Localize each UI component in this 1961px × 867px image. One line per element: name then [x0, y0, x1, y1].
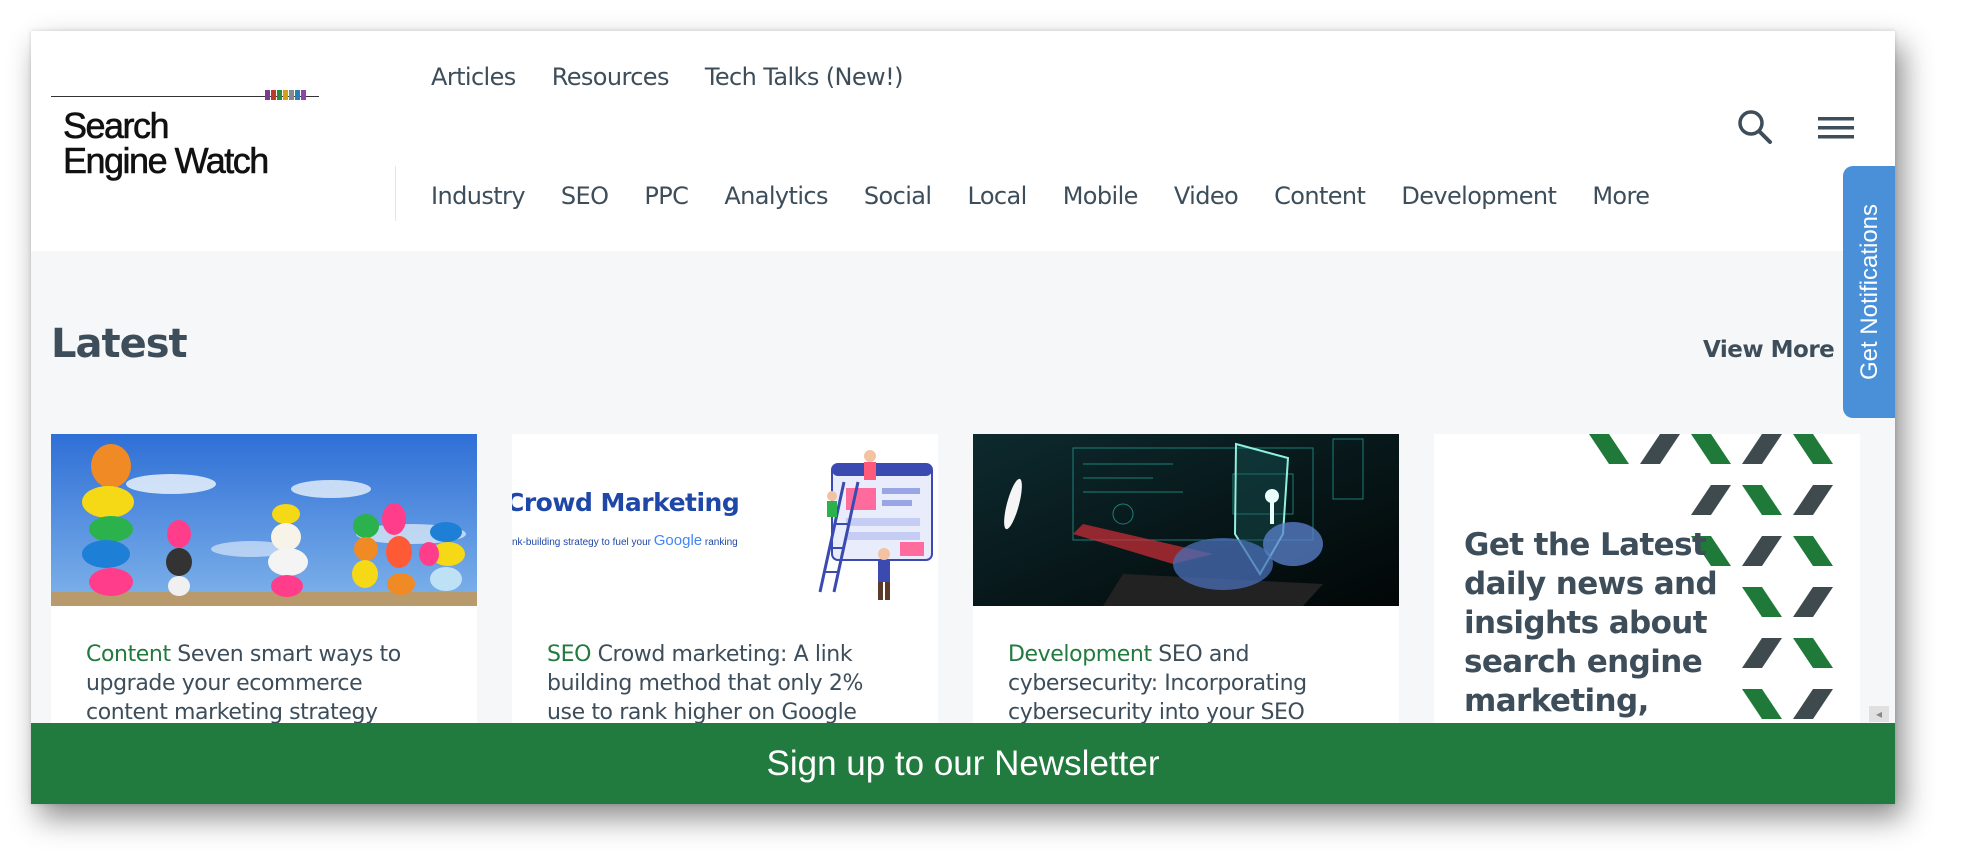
- newsletter-signup-bar[interactable]: Sign up to our Newsletter: [31, 723, 1895, 804]
- logo-color-bar: [289, 90, 294, 100]
- chevron-shape: [1742, 434, 1782, 464]
- article-headline-block: Development SEO and cybersecurity: Incor…: [973, 606, 1399, 727]
- chevron-shape: [1793, 587, 1833, 617]
- cybersecurity-illustration: [973, 434, 1399, 606]
- section-title-latest: Latest: [51, 321, 188, 367]
- subtitle-text: nk-building strategy to fuel your: [512, 537, 651, 548]
- chevron-shape: [1589, 434, 1629, 464]
- logo-color-bar: [277, 90, 282, 100]
- chevron-shape: [1793, 638, 1833, 668]
- nav-development[interactable]: Development: [1401, 176, 1557, 216]
- crowd-illustration: [818, 450, 933, 600]
- top-nav: Articles Resources Tech Talks (New!): [431, 57, 903, 97]
- newsletter-signup-label: Sign up to our Newsletter: [766, 744, 1160, 783]
- logo-color-bar: [295, 90, 300, 100]
- nav-analytics[interactable]: Analytics: [724, 176, 828, 216]
- chevron-shape: [1793, 434, 1833, 464]
- chevron-shape: [1793, 689, 1833, 719]
- logo-line2: Engine Watch: [63, 140, 270, 181]
- nav-resources[interactable]: Resources: [552, 57, 670, 97]
- logo-color-bar: [301, 90, 306, 100]
- search-button[interactable]: [1735, 107, 1775, 147]
- subtitle-text-end: ranking: [704, 537, 738, 548]
- article-headline[interactable]: Crowd marketing: A link building method …: [547, 642, 863, 725]
- crowd-marketing-image-subtitle: nk-building strategy to fuel your Google…: [512, 532, 738, 549]
- article-image-crowd-marketing: Crowd Marketing nk-building strategy to …: [512, 434, 938, 606]
- chevron-shape: [1691, 485, 1731, 515]
- article-headline-block: SEO Crowd marketing: A link building met…: [512, 606, 938, 727]
- site-header: Search Engine Watch Articles Resources T…: [31, 31, 1895, 251]
- nav-more[interactable]: More: [1592, 176, 1650, 216]
- article-image-colorful-rocks: [51, 434, 477, 606]
- chevron-shape: [1742, 587, 1782, 617]
- menu-button[interactable]: [1816, 110, 1856, 146]
- nav-divider: [395, 166, 396, 221]
- chevron-shape: [1793, 536, 1833, 566]
- nav-content[interactable]: Content: [1274, 176, 1366, 216]
- collapse-tab-icon[interactable]: ◂: [1869, 706, 1889, 722]
- logo-color-bar: [271, 90, 276, 100]
- nav-tech-talks[interactable]: Tech Talks (New!): [705, 57, 904, 97]
- nav-video[interactable]: Video: [1174, 176, 1239, 216]
- get-notifications-tab[interactable]: Get Notifications: [1843, 166, 1895, 418]
- chevron-shape: [1640, 434, 1680, 464]
- chevron-shape: [1742, 638, 1782, 668]
- logo-color-bars: [265, 90, 307, 100]
- crowd-marketing-image-title: Crowd Marketing: [512, 488, 740, 517]
- chevron-shape: [1793, 485, 1833, 515]
- chevron-shape: [1742, 536, 1782, 566]
- get-notifications-label: Get Notifications: [1856, 203, 1883, 381]
- article-category[interactable]: Development: [1008, 642, 1152, 667]
- article-category[interactable]: SEO: [547, 642, 591, 667]
- article-category[interactable]: Content: [86, 642, 171, 667]
- chevron-shape: [1742, 485, 1782, 515]
- chevron-shape: [1691, 434, 1731, 464]
- search-icon: [1738, 110, 1772, 144]
- browser-viewport: Search Engine Watch Articles Resources T…: [31, 31, 1895, 804]
- nav-articles[interactable]: Articles: [431, 57, 516, 97]
- nav-ppc[interactable]: PPC: [644, 176, 689, 216]
- view-more-link[interactable]: View More: [1703, 337, 1835, 363]
- logo-line1: Search: [63, 105, 170, 146]
- chevron-shape: [1742, 689, 1782, 719]
- hamburger-menu-icon: [1818, 117, 1854, 139]
- logo-color-bar: [265, 90, 270, 100]
- logo-color-bar: [283, 90, 288, 100]
- nav-mobile[interactable]: Mobile: [1063, 176, 1139, 216]
- rocks-illustration: [51, 434, 477, 606]
- logo-wordmark: Search Engine Watch: [63, 105, 270, 181]
- article-headline-block: Content Seven smart ways to upgrade your…: [51, 606, 477, 727]
- article-image-cybersecurity: [973, 434, 1399, 606]
- main-nav: Industry SEO PPC Analytics Social Local …: [431, 176, 1650, 216]
- nav-local[interactable]: Local: [967, 176, 1027, 216]
- nav-social[interactable]: Social: [864, 176, 932, 216]
- nav-seo[interactable]: SEO: [561, 176, 609, 216]
- nav-industry[interactable]: Industry: [431, 176, 526, 216]
- google-wordmark: Google: [653, 532, 703, 549]
- site-logo[interactable]: Search Engine Watch: [51, 86, 319, 186]
